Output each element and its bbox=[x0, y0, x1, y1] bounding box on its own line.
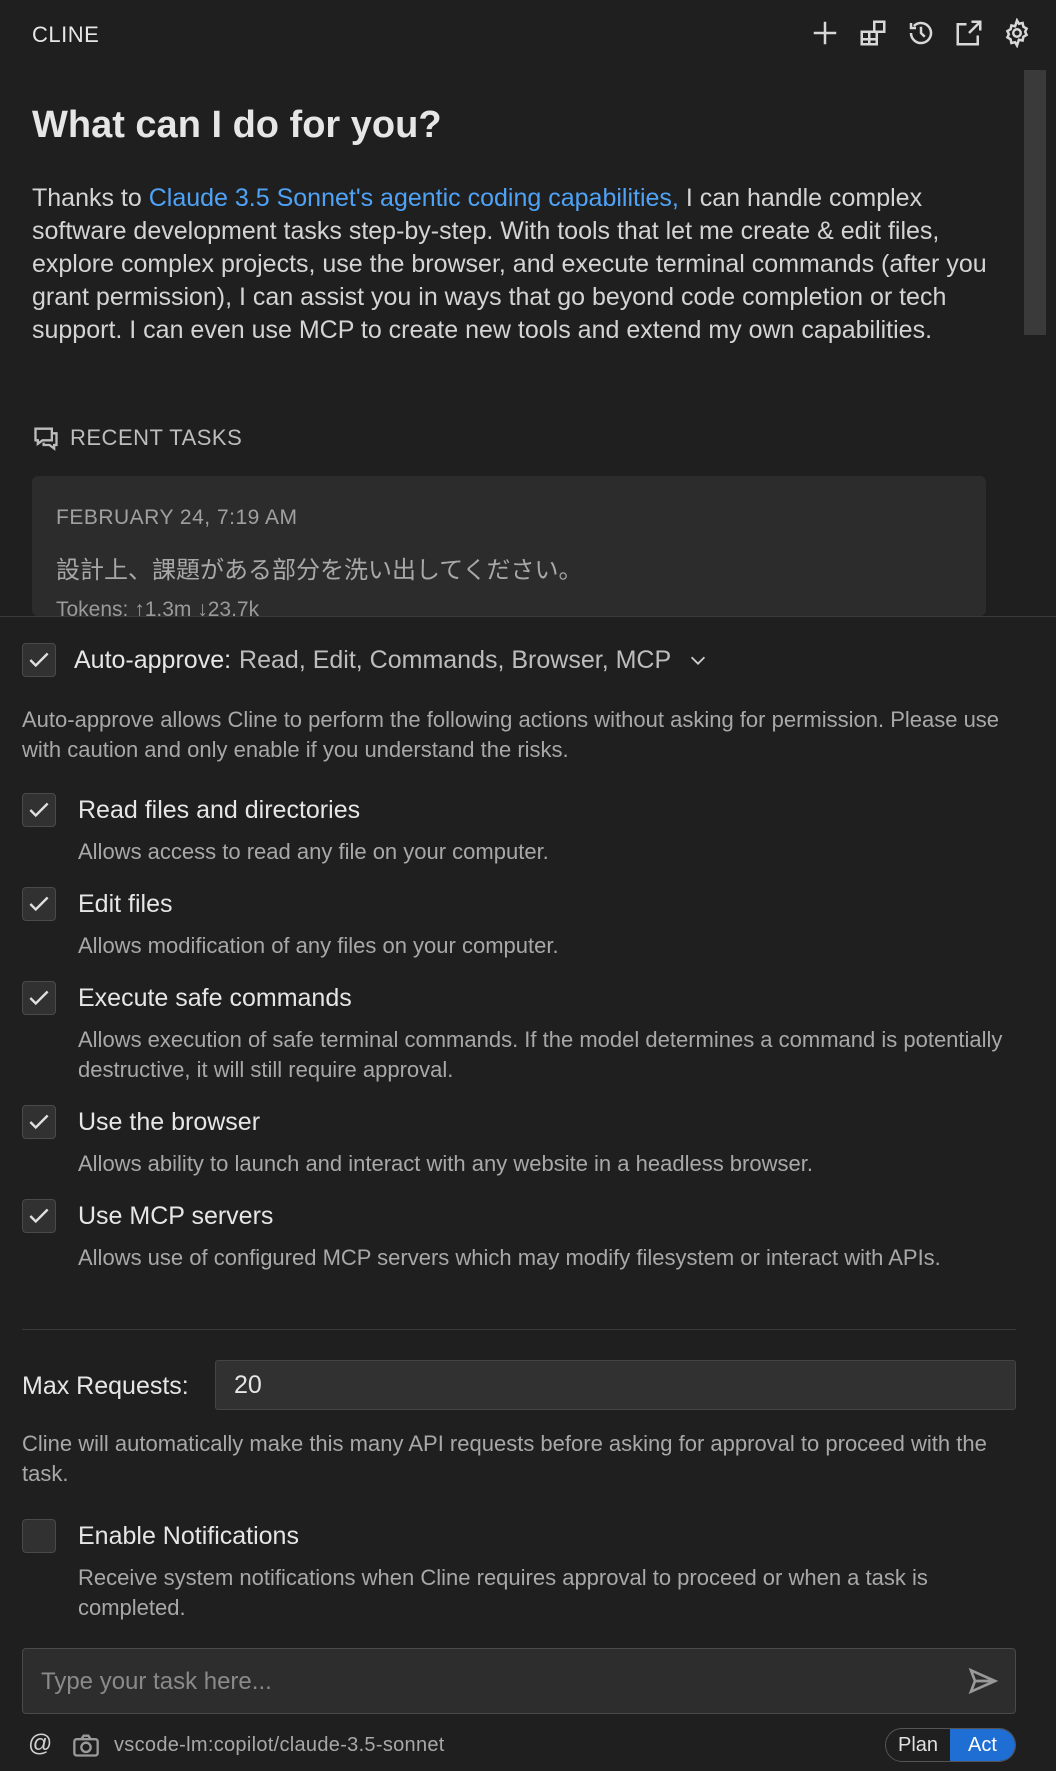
task-text: 設計上、課題がある部分を洗い出してください。 bbox=[56, 556, 583, 584]
use-browser-checkbox[interactable] bbox=[22, 1105, 56, 1139]
check-icon bbox=[29, 990, 49, 1006]
execute-commands-checkbox[interactable] bbox=[22, 981, 56, 1015]
mention-button[interactable]: @ bbox=[28, 1730, 52, 1758]
notifications-checkbox[interactable] bbox=[22, 1519, 56, 1553]
option-label[interactable]: Use the browser bbox=[78, 1108, 260, 1137]
option-description: Allows ability to launch and interact wi… bbox=[78, 1151, 813, 1176]
option-label[interactable]: Use MCP servers bbox=[78, 1202, 273, 1231]
max-requests-row: Max Requests: 20 bbox=[22, 1360, 1016, 1412]
read-files-checkbox[interactable] bbox=[22, 793, 56, 827]
divider bbox=[22, 1329, 1016, 1330]
welcome-title: What can I do for you? bbox=[32, 104, 442, 146]
option-description: Allows modification of any files on your… bbox=[78, 933, 559, 958]
camera-icon[interactable] bbox=[72, 1732, 100, 1763]
header-actions bbox=[808, 16, 1034, 50]
history-icon[interactable] bbox=[904, 16, 938, 50]
footer: @ vscode-lm:copilot/claude-3.5-sonnet Pl… bbox=[0, 1728, 1056, 1764]
comment-discussion-icon bbox=[34, 427, 58, 451]
popout-icon[interactable] bbox=[952, 16, 986, 50]
gear-icon[interactable] bbox=[1000, 16, 1034, 50]
option-label[interactable]: Read files and directories bbox=[78, 796, 360, 825]
auto-approve-actions: Read, Edit, Commands, Browser, MCP bbox=[239, 645, 672, 674]
auto-approve-panel: Auto-approve: Read, Edit, Commands, Brow… bbox=[0, 616, 1056, 1771]
recent-tasks-label: RECENT TASKS bbox=[70, 425, 243, 450]
option-description: Allows use of configured MCP servers whi… bbox=[78, 1245, 941, 1270]
send-button[interactable] bbox=[967, 1665, 1001, 1699]
check-icon bbox=[29, 652, 49, 668]
task-date: FEBRUARY 24, 7:19 AM bbox=[56, 506, 298, 529]
option-label[interactable]: Edit files bbox=[78, 890, 172, 919]
option-description: Receive system notifications when Cline … bbox=[78, 1565, 928, 1620]
task-input[interactable] bbox=[39, 1649, 943, 1715]
recent-tasks-header: RECENT TASKS bbox=[32, 424, 242, 452]
recent-task-card[interactable]: FEBRUARY 24, 7:19 AM 設計上、課題がある部分を洗い出してくだ… bbox=[32, 476, 986, 616]
task-tokens: Tokens: ↑1.3m ↓23.7k bbox=[56, 598, 260, 616]
app-title: CLINE bbox=[32, 22, 100, 47]
auto-approve-checkbox[interactable] bbox=[22, 643, 56, 677]
check-icon bbox=[29, 802, 49, 818]
max-requests-label: Max Requests: bbox=[22, 1372, 189, 1400]
task-input-box bbox=[22, 1648, 1016, 1715]
welcome-text: Thanks to Claude 3.5 Sonnet's agentic co… bbox=[32, 182, 992, 347]
option-description: Allows access to read any file on your c… bbox=[78, 839, 549, 864]
mcp-servers-checkbox[interactable] bbox=[22, 1199, 56, 1233]
mode-plan-button[interactable]: Plan bbox=[886, 1729, 950, 1761]
scrollbar-thumb[interactable] bbox=[1024, 70, 1046, 335]
max-requests-input[interactable]: 20 bbox=[215, 1360, 1016, 1410]
claude-capabilities-link[interactable]: Claude 3.5 Sonnet's agentic coding capab… bbox=[149, 184, 679, 212]
option-label[interactable]: Execute safe commands bbox=[78, 984, 352, 1013]
plan-act-toggle[interactable]: Plan Act bbox=[885, 1728, 1016, 1762]
mcp-servers-icon[interactable] bbox=[856, 16, 890, 50]
auto-approve-description: Auto-approve allows Cline to perform the… bbox=[22, 707, 1000, 762]
send-icon bbox=[968, 1667, 999, 1695]
plus-icon[interactable] bbox=[808, 16, 842, 50]
model-selector[interactable]: vscode-lm:copilot/claude-3.5-sonnet bbox=[114, 1734, 445, 1757]
option-description: Allows execution of safe terminal comman… bbox=[78, 1027, 1003, 1082]
check-icon bbox=[29, 1114, 49, 1130]
option-label[interactable]: Enable Notifications bbox=[78, 1522, 299, 1551]
edit-files-checkbox[interactable] bbox=[22, 887, 56, 921]
welcome-text-prefix: Thanks to bbox=[32, 184, 149, 212]
check-icon bbox=[29, 1208, 49, 1224]
max-requests-description: Cline will automatically make this many … bbox=[22, 1431, 987, 1486]
check-icon bbox=[29, 896, 49, 912]
header: CLINE bbox=[0, 0, 1056, 70]
chevron-down-icon[interactable] bbox=[687, 649, 709, 671]
mode-act-button[interactable]: Act bbox=[950, 1729, 1015, 1761]
auto-approve-header[interactable]: Auto-approve: Read, Edit, Commands, Brow… bbox=[22, 643, 709, 677]
auto-approve-label: Auto-approve: bbox=[74, 645, 232, 674]
